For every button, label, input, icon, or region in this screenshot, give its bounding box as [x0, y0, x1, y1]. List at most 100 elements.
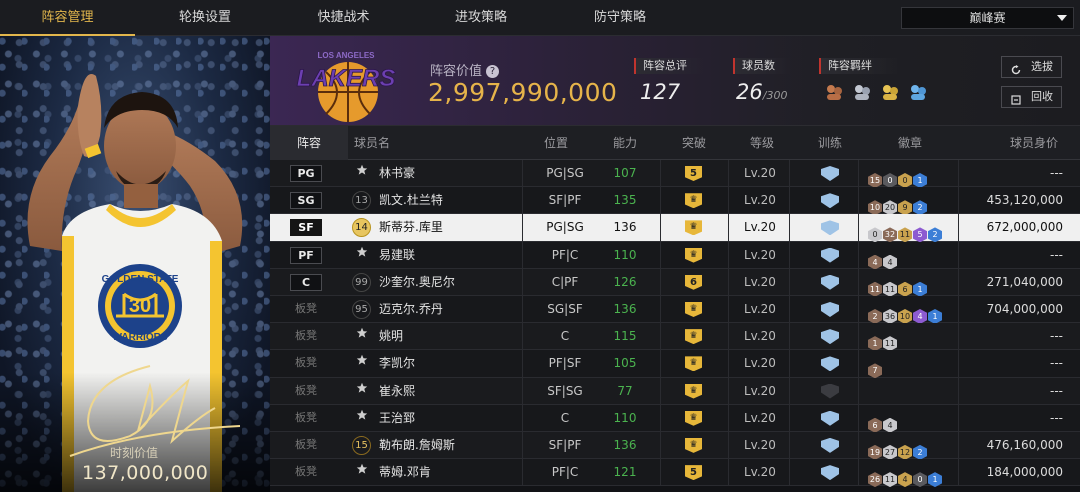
player-name[interactable]: 斯蒂芬.库里 [379, 214, 443, 241]
player-name[interactable]: 凯文.杜兰特 [379, 187, 443, 214]
player-name[interactable]: 易建联 [379, 242, 415, 269]
col-position[interactable]: 位置 [544, 126, 568, 160]
table-row[interactable]: 板凳 崔永熙 SF|SG 77 ♛ Lv.20 --- [270, 377, 1080, 405]
badge-icon[interactable]: 6 [868, 417, 882, 433]
badge-icon[interactable]: 12 [898, 444, 912, 460]
training-icon[interactable] [821, 220, 839, 236]
badge-icon[interactable]: 4 [898, 472, 912, 488]
badge-icon[interactable]: 15 [868, 173, 882, 188]
badge-icon[interactable]: 32 [883, 227, 897, 243]
badge-icon[interactable]: 0 [883, 173, 897, 188]
table-row[interactable]: C 99 沙奎尔.奥尼尔 C|PF 126 6 Lv.20 11 11 6 1 271,040,000 [270, 268, 1080, 297]
training-icon[interactable] [821, 437, 839, 453]
badge-icon[interactable]: 27 [883, 444, 897, 460]
col-ability[interactable]: 能力 [613, 126, 637, 160]
badge-icon[interactable]: 9 [898, 200, 912, 216]
badge-icon[interactable]: 4 [868, 254, 882, 270]
badge-icon[interactable]: 11 [868, 281, 882, 297]
training-icon[interactable] [821, 301, 839, 317]
crown-icon[interactable]: ♛ [685, 193, 702, 209]
badge-icon[interactable]: 2 [868, 308, 882, 324]
badge-icon[interactable]: 5 [913, 227, 927, 243]
synergy-icon-4[interactable] [908, 82, 928, 102]
badge-icon[interactable]: 10 [868, 200, 882, 216]
badge-icon[interactable]: 11 [898, 227, 912, 243]
col-name[interactable]: 球员名 [354, 126, 390, 160]
badge-icon[interactable]: 1 [913, 281, 927, 297]
training-icon[interactable] [821, 274, 839, 290]
badge-icon[interactable]: 1 [868, 336, 882, 352]
table-row[interactable]: 板凳 姚明 C 115 ♛ Lv.20 1 11 --- [270, 323, 1080, 352]
slot-label[interactable]: 板凳 [290, 301, 322, 318]
col-worth[interactable]: 球员身价 [1010, 126, 1058, 160]
slot-label[interactable]: 板凳 [290, 464, 322, 481]
breakthrough-level[interactable]: 5 [685, 166, 702, 181]
training-icon[interactable] [821, 329, 839, 345]
col-breakthrough[interactable]: 突破 [682, 126, 706, 160]
badge-icon[interactable]: 26 [868, 472, 882, 488]
synergy-icon-3[interactable] [880, 82, 900, 102]
badge-icon[interactable]: 19 [868, 444, 882, 460]
training-icon[interactable] [821, 247, 839, 263]
table-row[interactable]: SG 13 凯文.杜兰特 SF|PF 135 ♛ Lv.20 10 20 9 2 453,120,00… [270, 187, 1080, 216]
slot-label[interactable]: 板凳 [290, 355, 322, 372]
select-button[interactable]: 选拔 [1001, 56, 1062, 78]
crown-icon[interactable]: ♛ [685, 356, 702, 372]
crown-icon[interactable]: ♛ [685, 383, 702, 399]
synergy-icon-1[interactable] [824, 82, 844, 102]
col-badges[interactable]: 徽章 [898, 126, 922, 160]
tab-offense-strategy[interactable]: 进攻策略 [412, 0, 550, 36]
slot-label[interactable]: 板凳 [290, 383, 322, 400]
tab-rotation-settings[interactable]: 轮换设置 [135, 0, 275, 36]
training-icon[interactable] [821, 166, 839, 181]
crown-icon[interactable]: ♛ [685, 437, 702, 453]
training-icon[interactable] [821, 356, 839, 372]
badge-icon[interactable]: 0 [868, 227, 882, 243]
training-icon[interactable] [821, 193, 839, 209]
player-name[interactable]: 林书豪 [379, 160, 415, 187]
crown-icon[interactable]: ♛ [685, 301, 702, 317]
training-icon[interactable] [821, 410, 839, 426]
player-name[interactable]: 李凯尔 [379, 350, 415, 377]
mode-select[interactable]: 巅峰赛 [901, 7, 1074, 29]
crown-icon[interactable]: ♛ [685, 410, 702, 426]
badge-icon[interactable]: 11 [883, 336, 897, 352]
badge-icon[interactable]: 6 [898, 281, 912, 297]
breakthrough-level[interactable]: 5 [685, 465, 702, 481]
badge-icon[interactable]: 20 [883, 200, 897, 216]
breakthrough-level[interactable]: 6 [685, 274, 702, 290]
recycle-button[interactable]: 回收 [1001, 86, 1062, 108]
slot-label[interactable]: PF [290, 246, 322, 264]
table-row[interactable]: 板凳 蒂姆.邓肯 PF|C 121 5 Lv.20 26 11 4 0 1 184,000,000 [270, 459, 1080, 488]
table-row[interactable]: 板凳 95 迈克尔.乔丹 SG|SF 136 ♛ Lv.20 2 36 10 4 1 704,000,0… [270, 295, 1080, 324]
badge-icon[interactable]: 0 [913, 472, 927, 488]
table-row[interactable]: 板凳 15 勒布朗.詹姆斯 SF|PF 136 ♛ Lv.20 19 27 12 2 476,160,… [270, 431, 1080, 460]
tab-quick-tactics[interactable]: 快捷战术 [275, 0, 412, 36]
col-level[interactable]: 等级 [750, 126, 774, 160]
player-name[interactable]: 姚明 [379, 323, 403, 350]
training-icon[interactable] [821, 465, 839, 481]
slot-label[interactable]: SG [290, 192, 322, 210]
crown-icon[interactable]: ♛ [685, 247, 702, 263]
badge-icon[interactable]: 10 [898, 308, 912, 324]
badge-icon[interactable]: 4 [883, 254, 897, 270]
player-name[interactable]: 勒布朗.詹姆斯 [379, 432, 455, 459]
badge-icon[interactable]: 4 [883, 417, 897, 433]
synergy-icon-2[interactable] [852, 82, 872, 102]
table-row[interactable]: SF 14 斯蒂芬.库里 PG|SG 136 ♛ Lv.20 0 32 11 5 2 672,000,0… [270, 214, 1080, 243]
table-row[interactable]: 板凳 李凯尔 PF|SF 105 ♛ Lv.20 7 --- [270, 350, 1080, 379]
badge-icon[interactable]: 1 [928, 472, 942, 488]
col-training[interactable]: 训练 [818, 126, 842, 160]
badge-icon[interactable]: 1 [913, 173, 927, 188]
slot-label[interactable]: PG [290, 165, 322, 182]
player-name[interactable]: 迈克尔.乔丹 [379, 296, 443, 323]
player-name[interactable]: 沙奎尔.奥尼尔 [379, 269, 455, 296]
player-name[interactable]: 王治郅 [379, 405, 415, 432]
tab-defense-strategy[interactable]: 防守策略 [550, 0, 690, 36]
slot-label[interactable]: SF [290, 219, 322, 237]
slot-label[interactable]: 板凳 [290, 410, 322, 427]
badge-icon[interactable]: 36 [883, 308, 897, 324]
slot-label[interactable]: 板凳 [290, 437, 322, 454]
player-name[interactable]: 崔永熙 [379, 378, 415, 405]
player-card[interactable]: GOLDEN STATE 30 WARRIORS 时刻价值 137,000,00… [0, 36, 270, 492]
